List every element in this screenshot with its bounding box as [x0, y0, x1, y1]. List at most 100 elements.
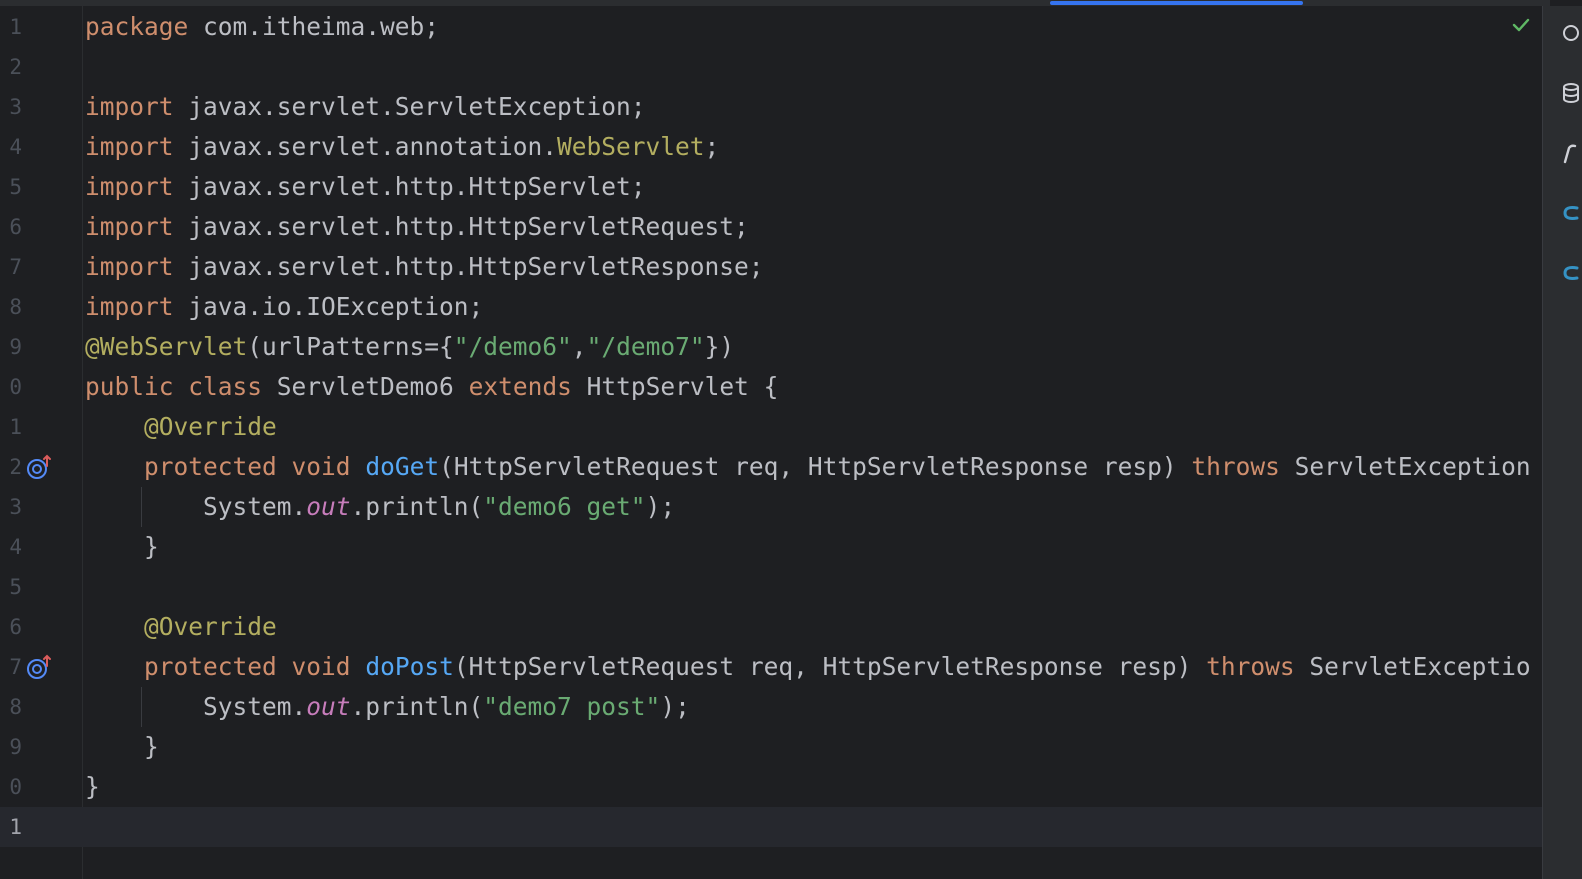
code-token: @Override: [144, 412, 277, 441]
code-token: HttpServlet {: [571, 372, 779, 401]
code-editor[interactable]: 1 2 3 4 5 6 7 8 9 0 1 2 3 4 5 6 7 8 9 0 1 package com.itheim…: [0, 0, 1582, 879]
code-line[interactable]: import javax.servlet.http.HttpServletReq…: [82, 207, 749, 247]
code-line[interactable]: import javax.servlet.http.HttpServletRes…: [82, 247, 764, 287]
code-line[interactable]: [82, 807, 1542, 847]
inspection-ok-check-icon[interactable]: [1510, 14, 1532, 36]
code-token: (HttpServletRequest req, HttpServletResp…: [453, 652, 1207, 681]
code-token: javax.servlet.http.HttpServletRequest;: [173, 212, 749, 241]
code-token: import: [85, 212, 174, 241]
code-token: ServletExceptio: [1294, 652, 1531, 681]
code-line[interactable]: protected void doGet(HttpServletRequest …: [82, 447, 1531, 487]
code-line[interactable]: import javax.servlet.annotation.WebServl…: [82, 127, 719, 167]
code-token: package: [85, 12, 189, 41]
code-line[interactable]: @Override: [82, 607, 277, 647]
code-token: );: [645, 492, 676, 521]
database-icon[interactable]: [1559, 82, 1579, 104]
code-line[interactable]: protected void doPost(HttpServletRequest…: [82, 647, 1531, 687]
line-number: 9: [9, 335, 22, 359]
code-token: import: [85, 292, 174, 321]
code-token: }): [704, 332, 735, 361]
code-content[interactable]: package com.itheima.web; import javax.ser…: [82, 6, 1542, 879]
code-line[interactable]: package com.itheima.web;: [82, 7, 439, 47]
code-line[interactable]: @WebServlet(urlPatterns={"/demo6","/demo…: [82, 327, 734, 367]
maven-icon[interactable]: [1559, 142, 1579, 164]
code-token: ServletException: [1279, 452, 1531, 481]
line-number-gutter[interactable]: 1 2 3 4 5 6 7 8 9 0 1 2 3 4 5 6 7 8 9 0 1: [0, 6, 83, 879]
code-line[interactable]: }: [82, 727, 159, 767]
code-token: public: [85, 372, 174, 401]
line-number: 7: [9, 255, 22, 279]
code-token: import: [85, 172, 174, 201]
code-token: "/demo7": [586, 332, 705, 361]
override-method-icon[interactable]: [26, 654, 52, 680]
line-number: 4: [9, 135, 22, 159]
code-token: }: [85, 532, 159, 561]
code-token: throws: [1191, 452, 1280, 481]
code-token: "demo7 post": [483, 692, 661, 721]
line-number: 1: [9, 15, 22, 39]
line-number: 8: [9, 295, 22, 319]
code-token: throws: [1206, 652, 1295, 681]
code-token: "/demo6": [453, 332, 572, 361]
code-line[interactable]: public class ServletDemo6 extends HttpSe…: [82, 367, 778, 407]
code-token: "demo6 get": [483, 492, 646, 521]
code-token: import: [85, 252, 174, 281]
code-token: com.itheima.web;: [188, 12, 440, 41]
code-line[interactable]: import java.io.IOException;: [82, 287, 483, 327]
line-number: 7: [9, 655, 22, 679]
code-token: (HttpServletRequest req, HttpServletResp…: [439, 452, 1192, 481]
code-token: import: [85, 92, 174, 121]
code-token: extends: [468, 372, 572, 401]
right-tool-window-bar: [1542, 6, 1582, 879]
line-number: 5: [9, 175, 22, 199]
line-number: 8: [9, 695, 22, 719]
line-number: 2: [9, 55, 22, 79]
copilot-icon[interactable]: [1559, 202, 1579, 224]
code-token: doGet: [365, 452, 440, 481]
code-line[interactable]: import javax.servlet.http.HttpServlet;: [82, 167, 646, 207]
code-token: import: [85, 132, 174, 161]
horizontal-scroll-indicator[interactable]: [1050, 1, 1303, 5]
code-token: WebServlet: [557, 132, 705, 161]
code-line[interactable]: @Override: [82, 407, 277, 447]
code-line[interactable]: }: [82, 767, 100, 807]
code-token: out: [306, 692, 351, 721]
notifications-icon[interactable]: [1559, 22, 1579, 44]
code-line[interactable]: System.out.println("demo7 post");: [82, 687, 690, 727]
code-token: System.: [85, 492, 307, 521]
override-method-icon[interactable]: [26, 454, 52, 480]
code-token: protected: [144, 652, 277, 681]
code-token: void: [291, 652, 351, 681]
code-token: class: [188, 372, 263, 401]
line-number: 2: [9, 455, 22, 479]
code-line[interactable]: System.out.println("demo6 get");: [82, 487, 675, 527]
line-number: 1: [9, 815, 22, 839]
line-number: 0: [9, 375, 22, 399]
code-token: javax.servlet.annotation.: [173, 132, 558, 161]
line-number: 6: [9, 615, 22, 639]
indent-guide: [141, 687, 142, 727]
code-line[interactable]: [82, 47, 85, 87]
line-number: 5: [9, 575, 22, 599]
code-line[interactable]: import javax.servlet.ServletException;: [82, 87, 646, 127]
code-token: ServletDemo6: [262, 372, 469, 401]
code-token: (urlPatterns={: [247, 332, 454, 361]
line-number: 0: [9, 775, 22, 799]
code-line[interactable]: }: [82, 527, 159, 567]
indent-guide: [141, 487, 142, 527]
code-token: @WebServlet: [85, 332, 248, 361]
code-line[interactable]: [82, 567, 85, 607]
code-token: java.io.IOException;: [173, 292, 484, 321]
assistant-icon[interactable]: [1559, 262, 1579, 284]
code-token: javax.servlet.http.HttpServlet;: [173, 172, 646, 201]
code-token: protected: [144, 452, 277, 481]
